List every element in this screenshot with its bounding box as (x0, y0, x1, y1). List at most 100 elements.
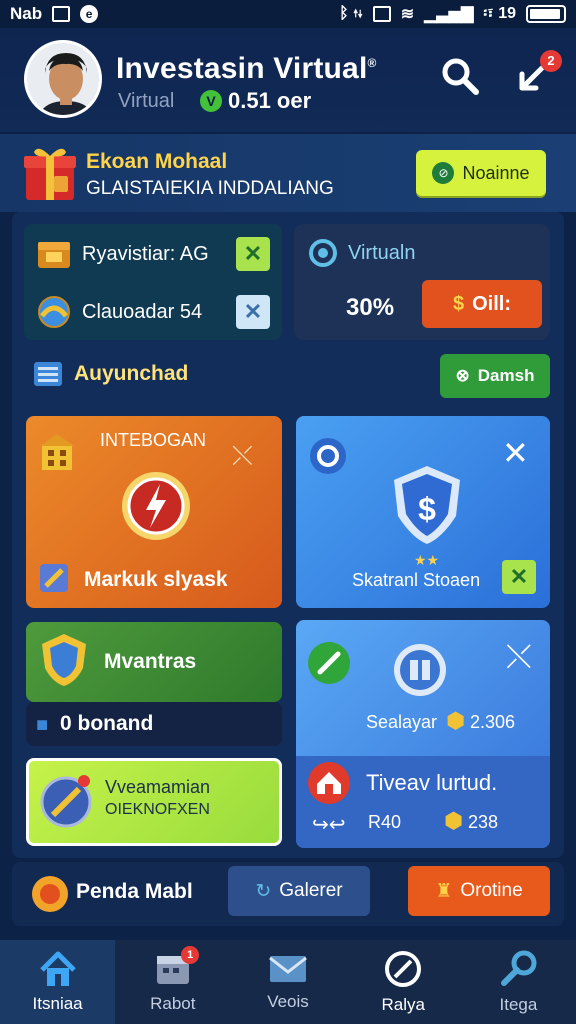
nav-item-rabot[interactable]: 1 Rabot (115, 940, 230, 1024)
close-circle-icon: ⊗ (455, 366, 470, 385)
banner-button[interactable]: ⊘ Noainne (416, 150, 546, 196)
tile-blue2-value: 2.306 (470, 712, 516, 732)
wifi-icon: ≋ (400, 6, 415, 23)
close-icon[interactable]: ⤬ (506, 638, 532, 676)
check-icon[interactable]: ✕ (236, 237, 270, 271)
nav-item-veois[interactable]: Veois (230, 940, 345, 1024)
search-icon[interactable] (438, 54, 482, 98)
notification-icon (52, 6, 71, 22)
wrench-icon (501, 950, 537, 986)
banner-subtitle: GLAISTAIEKIA INDDALIANG (86, 178, 334, 199)
tile-orange[interactable]: INTEBOGAN ⤬ Markuk slyask (26, 416, 282, 608)
tile-blue-label: Skatranl Stoaen (352, 570, 481, 590)
bottom-nav: Itsniaa 1 Rabot Veois Ralya Itega (0, 940, 576, 1024)
nav-label: Veois (267, 992, 309, 1011)
nav-label: Ralya (381, 995, 425, 1014)
section-button-label: Damsh (477, 366, 535, 385)
stars-icon: ★★ (414, 552, 440, 568)
virtual-title: Virtualn (348, 241, 416, 264)
tile-blue-2[interactable]: ⤬ Sealayar ⬢ 2.306 Tiveav lurtud. ↪↩ R40… (296, 620, 550, 848)
arrows-icon: ↪↩ (312, 814, 346, 836)
notification-badge: 2 (540, 50, 562, 72)
gift-circle-icon (394, 644, 446, 696)
shield-badge-icon (42, 634, 86, 686)
globe-icon (38, 296, 70, 328)
section-title: Auyunchad (74, 362, 189, 385)
cube-icon: ■ (36, 714, 49, 736)
gift-icon (24, 144, 76, 202)
gem-icon: ⬢ (444, 808, 464, 833)
list-icon (32, 358, 64, 395)
routine-button[interactable]: ♜ Orotine (408, 866, 550, 916)
stat-row-1[interactable]: Ryavistiar: AG ✕ (24, 224, 282, 284)
shield-dollar-icon: $ (394, 466, 460, 544)
stats-card: Ryavistiar: AG ✕ Clauoadar 54 ✕ (24, 224, 282, 340)
coin-icon (32, 876, 68, 912)
tile-dark-label: 0 bonand (60, 712, 154, 735)
routine-button-label: Orotine (460, 880, 523, 901)
coin-icon: ⊘ (432, 162, 455, 184)
nav-label: Rabot (150, 994, 196, 1013)
nav-item-ralya[interactable]: Ralya (346, 940, 461, 1024)
nav-item-itega[interactable]: Itega (461, 940, 576, 1024)
signal-icon: ▁▃▅▇ (424, 6, 474, 23)
virtual-percent: 30% (346, 294, 395, 321)
app-title: Investasin Virtual® (116, 52, 377, 85)
refresh-icon (309, 239, 337, 267)
tile-blue2-sub-value: 238 (468, 812, 499, 832)
stat-label-2: Clauoadar 54 (82, 300, 203, 323)
svg-text:$: $ (418, 491, 436, 527)
stat-label-1: Ryavistiar: AG (82, 242, 209, 265)
coin-icon: V (200, 90, 222, 112)
app-icon: e (80, 5, 99, 23)
tile-dark[interactable]: ■ 0 bonand (26, 702, 282, 746)
tile-green-label: Mvantras (104, 650, 197, 673)
gallery-button[interactable]: ↻ Galerer (228, 866, 370, 916)
close-icon[interactable]: ✕ (502, 434, 529, 472)
chest-icon (38, 242, 70, 268)
close-icon[interactable]: ✕ (236, 295, 270, 329)
subtitle-label: Virtual (118, 90, 175, 112)
battery-icon (526, 5, 566, 23)
tool-icon (40, 564, 68, 592)
person-icon: ♜ (435, 880, 453, 902)
mail-icon (269, 956, 307, 982)
nav-item-home[interactable]: Itsniaa (0, 940, 116, 1024)
section-button[interactable]: ⊗ Damsh (440, 354, 550, 398)
virtual-button[interactable]: $ Oill: (422, 280, 542, 328)
gem-icon: ⬢ (446, 708, 466, 733)
tile-blue2-sub-left: R40 (368, 812, 402, 832)
tile-blue2-label: Sealayar (366, 712, 438, 732)
tile-orange-caption: INTEBOGAN (100, 430, 207, 450)
carrier-label: Nab (10, 4, 43, 23)
house-icon (308, 762, 350, 804)
close-icon[interactable]: ⤬ (232, 440, 253, 472)
avatar[interactable] (24, 40, 102, 118)
tile-lime-title: Vveamamian (105, 777, 211, 797)
pencil-icon (308, 642, 350, 684)
gallery-button-label: Galerer (279, 880, 343, 901)
stat-row-2[interactable]: Clauoadar 54 ✕ (24, 284, 282, 340)
building-icon (40, 434, 74, 470)
action-label: Penda Mabl (76, 880, 193, 903)
status-bar: Nab e ᛒ ⇅ ≋ ▁▃▅▇ ፡፣ 19 (0, 0, 576, 28)
coin-bolt-icon (122, 472, 190, 540)
nav-label: Itsniaa (32, 994, 83, 1013)
nav-badge: 1 (181, 946, 200, 964)
home-icon (39, 951, 76, 986)
app-header: Investasin Virtual® Virtual V 0.51 oer 2 (0, 28, 576, 132)
virtual-button-label: Oill: (472, 292, 511, 315)
tile-green[interactable]: Mvantras (26, 622, 282, 702)
tile-blue[interactable]: ✕ $ ★★ Skatranl Stoaen ✕ (296, 416, 550, 608)
dollar-icon: $ (452, 292, 465, 315)
tile-orange-label: Markuk slyask (84, 568, 228, 591)
compass-icon (385, 951, 422, 987)
compass-icon (40, 775, 92, 828)
tile-lime-subtitle: OIEKNOFXEN (105, 801, 210, 818)
banner-button-label: Noainne (462, 162, 530, 183)
check-icon[interactable]: ✕ (502, 560, 536, 594)
banner-title: Ekoan Mohaal (86, 150, 228, 173)
settings-icon (310, 438, 346, 474)
tile-lime[interactable]: Vveamamian OIEKNOFXEN (26, 758, 282, 846)
tile-blue2-title2: Tiveav lurtud. (366, 770, 498, 795)
